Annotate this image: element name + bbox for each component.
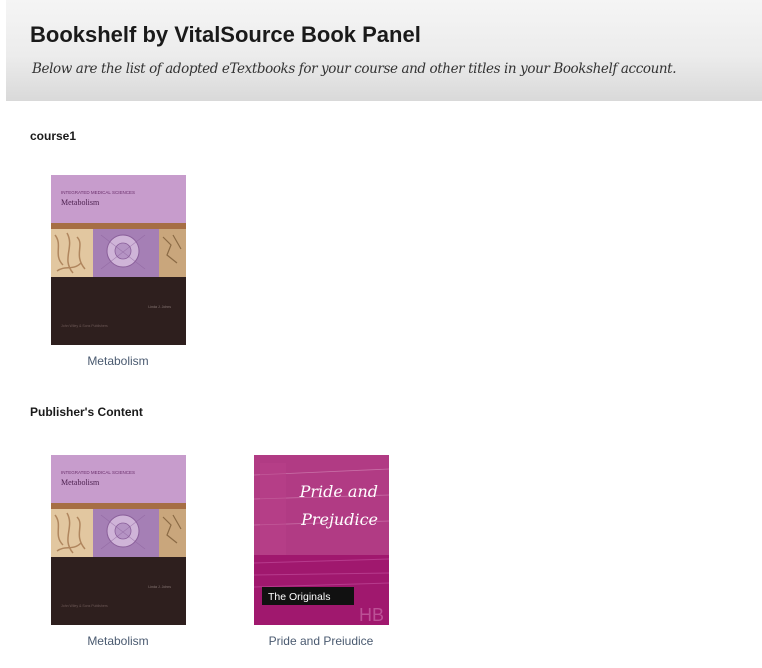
book-cover-metabolism[interactable]: INTEGRATED MEDICAL SCIENCES Metabolism L… [51, 175, 186, 345]
page-subtitle: Below are the list of adopted eTextbooks… [32, 61, 677, 77]
cover-author-text: Linda J. Johns [148, 585, 171, 589]
book-title-link[interactable]: Metabolism [43, 634, 193, 648]
cover-author-text: Linda J. Johns [148, 305, 171, 309]
cover-series-text: INTEGRATED MEDICAL SCIENCES [61, 190, 135, 195]
cover-title-line2: Prejudice [300, 510, 378, 529]
book-cover-pride-and-prejudice[interactable]: Pride and Prejudice The Originals HB [254, 455, 389, 625]
cover-title-text: Metabolism [61, 478, 100, 487]
page-title: Bookshelf by VitalSource Book Panel [30, 22, 421, 47]
cover-title-text: Metabolism [61, 198, 100, 207]
cover-series-text: INTEGRATED MEDICAL SCIENCES [61, 470, 135, 475]
book-cover-metabolism[interactable]: INTEGRATED MEDICAL SCIENCES Metabolism L… [51, 455, 186, 625]
cover-publisher-mark: HB [359, 605, 384, 625]
book-title-link[interactable]: Pride and Preiudice [246, 634, 396, 648]
cover-title-line1: Pride and [299, 482, 378, 501]
cover-publisher-text: John Wiley & Sons Publishers [61, 604, 108, 608]
section-heading-course1: course1 [30, 129, 77, 143]
section-heading-publishers-content: Publisher's Content [30, 405, 143, 419]
cover-banner-text: The Originals [268, 591, 330, 603]
cover-publisher-text: John Wiley & Sons Publishers [61, 324, 108, 328]
panel-header: Bookshelf by VitalSource Book Panel Belo… [6, 0, 762, 101]
book-title-link[interactable]: Metabolism [43, 354, 193, 368]
